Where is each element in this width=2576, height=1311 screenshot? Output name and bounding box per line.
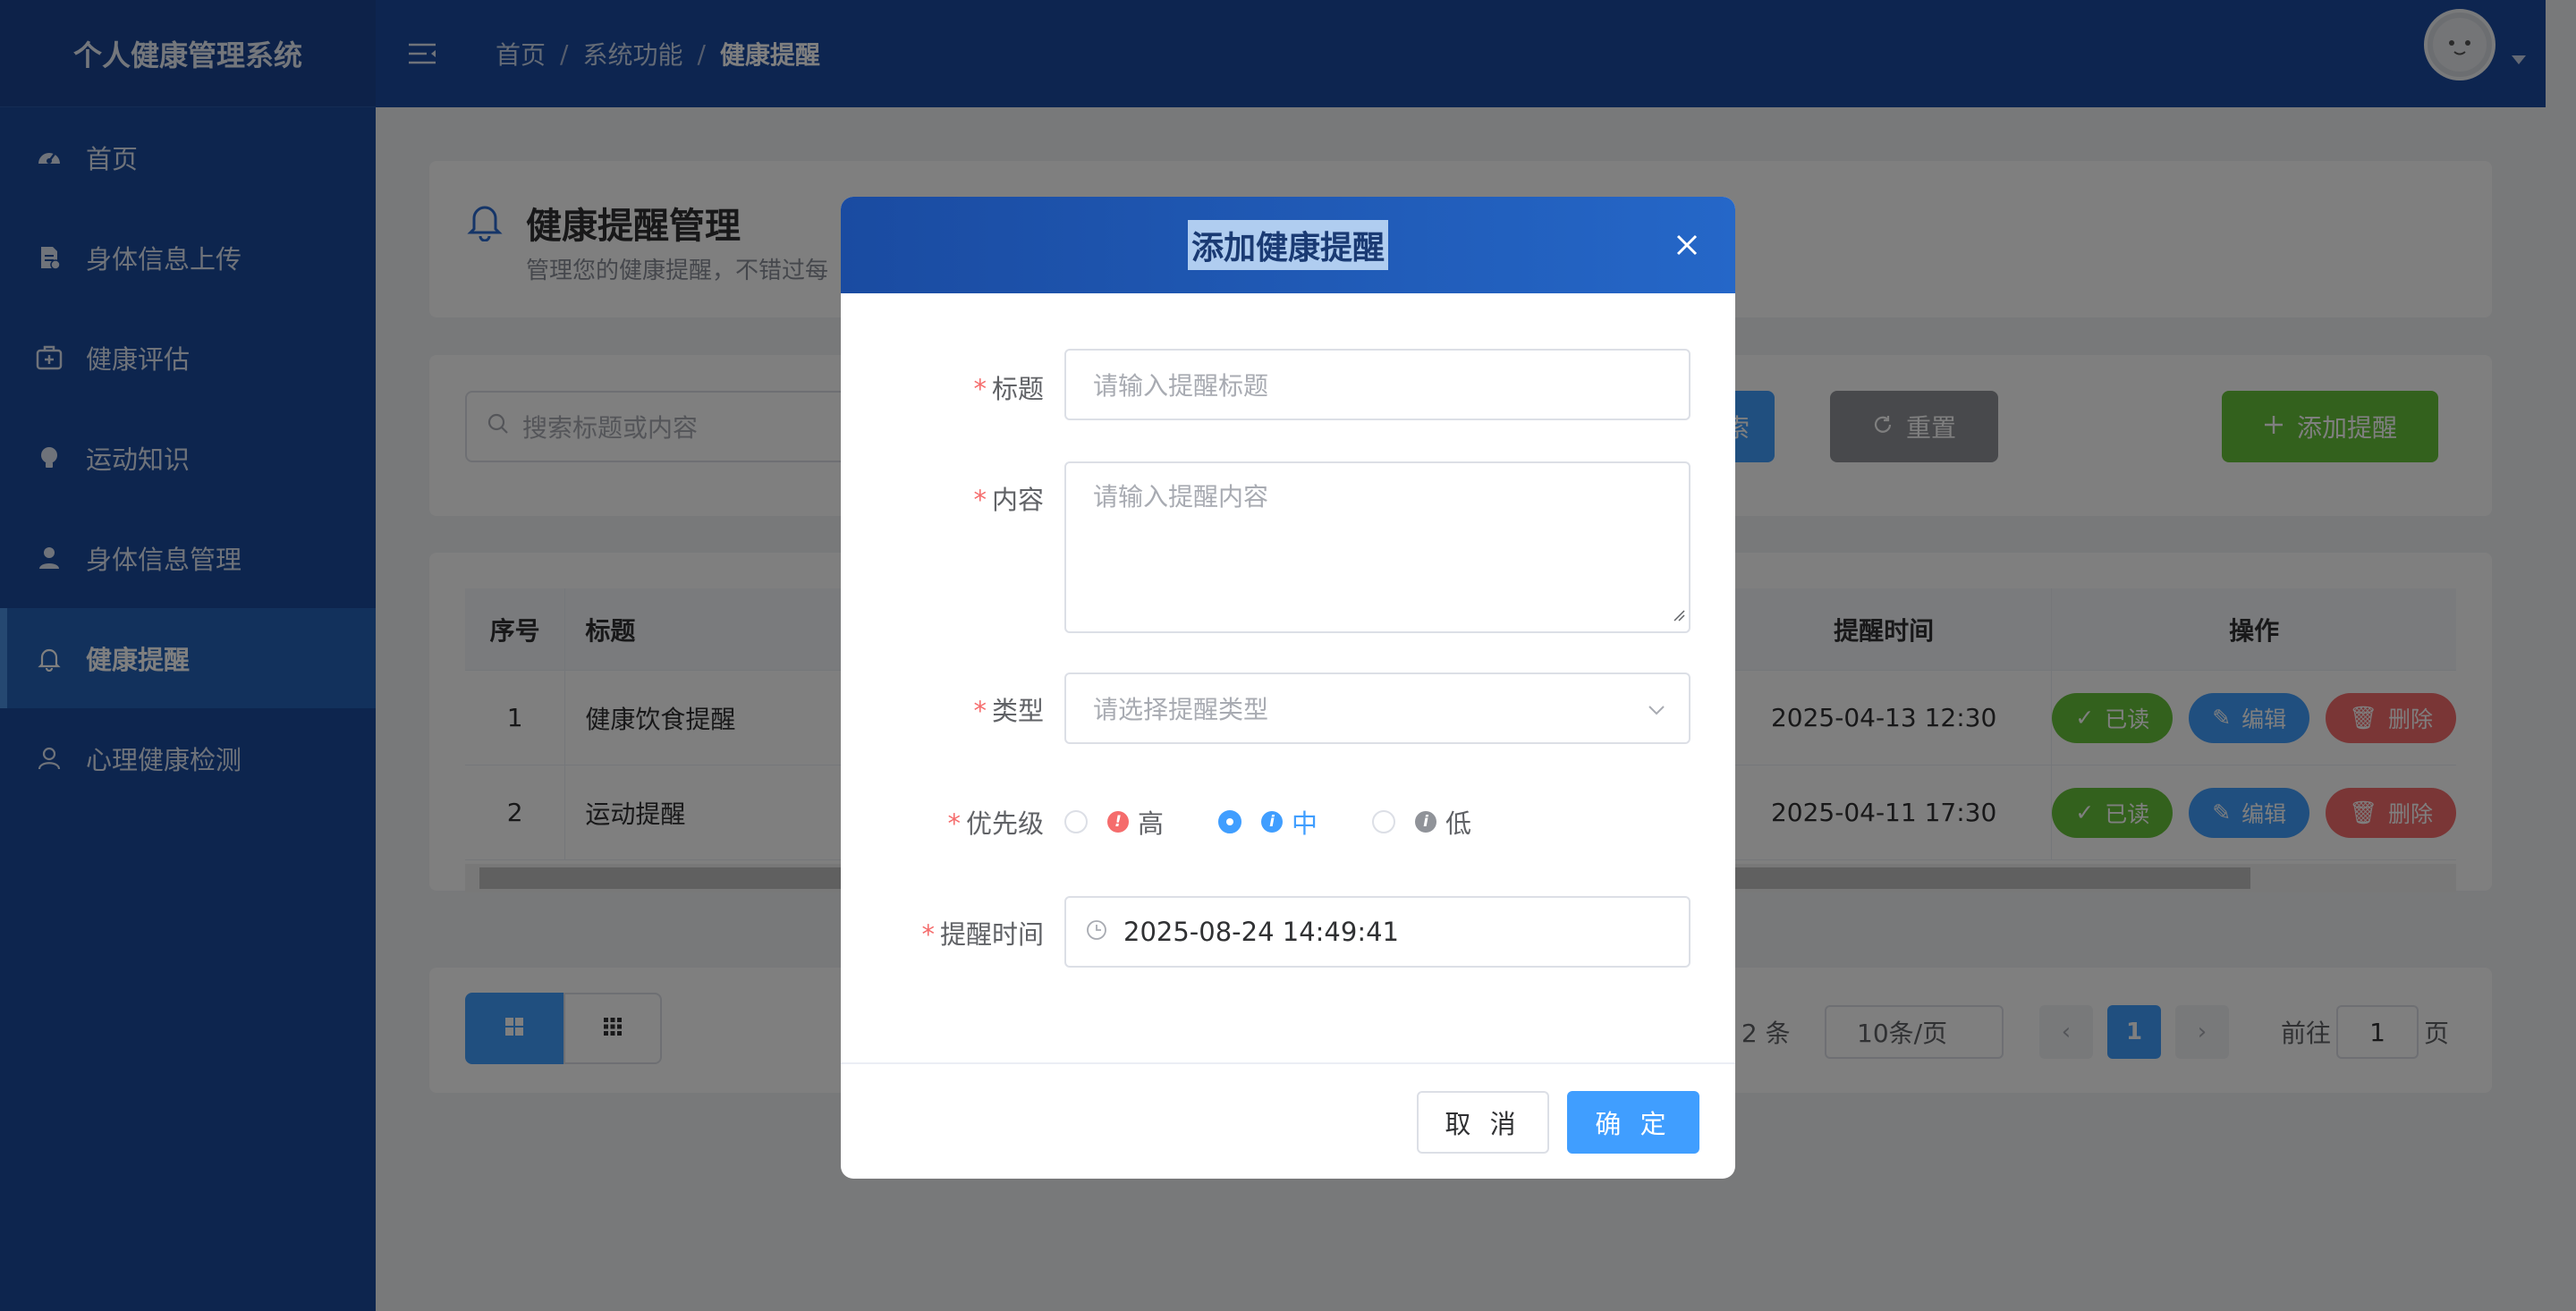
cancel-button[interactable]: 取 消: [1417, 1091, 1549, 1154]
dialog-title: 添加健康提醒: [1187, 220, 1388, 270]
priority-label: 优先级*优先级: [947, 808, 1044, 839]
priority-high-radio[interactable]: ! 高: [1064, 803, 1164, 841]
priority-low-radio[interactable]: i 低: [1372, 803, 1471, 841]
confirm-button[interactable]: 确 定: [1567, 1091, 1699, 1154]
clock-icon: [1086, 917, 1107, 947]
resize-handle-icon[interactable]: [1673, 598, 1685, 628]
add-reminder-dialog: 添加健康提醒 * 标题 请输入提醒标题 * 内容 请输入提醒内容 * 类型 请选择提醒…: [841, 197, 1735, 1179]
dialog-footer: 取 消 确 定: [841, 1062, 1735, 1179]
remind-time-label: * 提醒时间: [921, 919, 1044, 950]
dialog-header: 添加健康提醒: [841, 197, 1735, 293]
info-icon: i: [1261, 811, 1283, 833]
content-textarea[interactable]: 请输入提醒内容: [1064, 461, 1690, 633]
chevron-down-icon: [1646, 698, 1667, 727]
type-select[interactable]: 请选择提醒类型: [1064, 672, 1690, 744]
title-label: * 标题: [973, 374, 1044, 404]
content-label: * 内容: [973, 485, 1044, 515]
remind-time-value: 2025-08-24 14:49:41: [1123, 917, 1399, 947]
info-icon: i: [1415, 811, 1436, 833]
remind-time-picker[interactable]: 2025-08-24 14:49:41: [1064, 896, 1690, 968]
priority-medium-radio[interactable]: i 中: [1218, 803, 1318, 841]
type-label: * 类型: [973, 696, 1044, 726]
title-input[interactable]: 请输入提醒标题: [1064, 349, 1690, 420]
warning-icon: !: [1107, 811, 1129, 833]
close-icon[interactable]: [1674, 233, 1699, 261]
